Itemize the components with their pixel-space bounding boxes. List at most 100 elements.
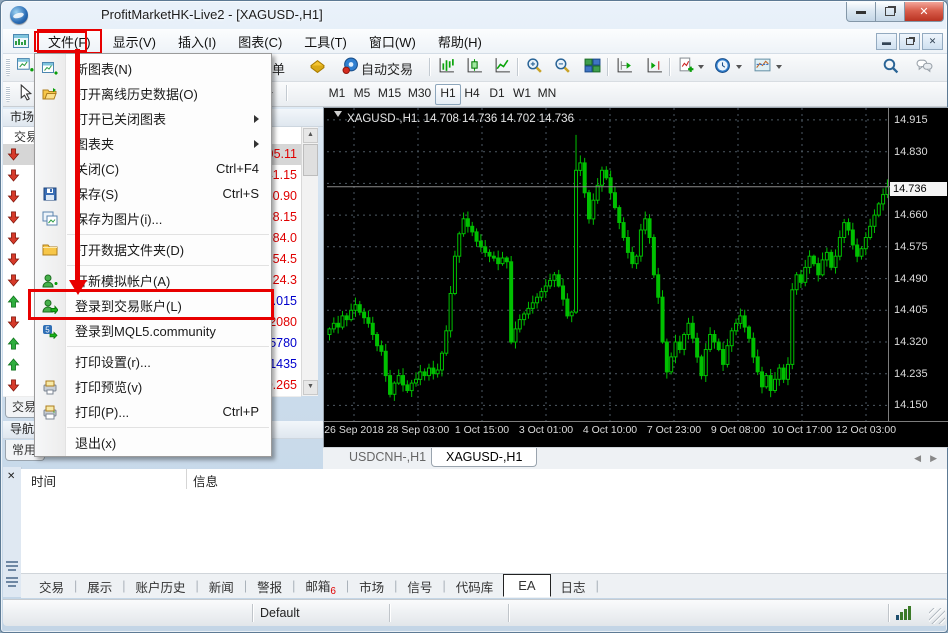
file-menu-item-1[interactable]: 打开离线历史数据(O) — [35, 81, 271, 106]
market-watch-scrollbar[interactable]: ▲ ▼ — [301, 127, 318, 396]
line-chart-button[interactable] — [491, 57, 513, 77]
tab-scroll-left-icon[interactable]: ◀ — [914, 453, 921, 464]
terminal-tab-10[interactable]: 日志 — [551, 574, 596, 599]
file-menu-item-18[interactable]: 退出(x) — [35, 430, 271, 455]
timeframe-mn[interactable]: MN — [535, 84, 559, 103]
timeframe-m1[interactable]: M1 — [325, 84, 349, 103]
templates-dropdown[interactable] — [776, 65, 782, 72]
m-print-icon — [35, 404, 65, 420]
zoom-out-button[interactable] — [551, 57, 573, 77]
file-menu-item-16[interactable]: 打印(P)...Ctrl+P — [35, 399, 271, 424]
tile-windows-button[interactable] — [581, 57, 603, 77]
menubar-item-6[interactable]: 帮助(H) — [427, 29, 493, 54]
close-button[interactable]: ✕ — [904, 2, 944, 22]
scroll-down-icon[interactable]: ▼ — [303, 380, 318, 395]
file-menu-dropdown: 新图表(N)打开离线历史数据(O)打开已关闭图表图表夹关闭(C)Ctrl+F4保… — [34, 53, 272, 457]
terminal-col-message[interactable]: 信息 — [193, 471, 218, 490]
submenu-arrow-icon — [254, 140, 263, 148]
tab-divider: | — [596, 579, 599, 593]
file-menu-item-11[interactable]: 登录到交易账户(L) — [35, 293, 271, 318]
periods-button[interactable] — [711, 57, 733, 77]
terminal-tab-8[interactable]: 代码库 — [446, 574, 504, 599]
file-menu-item-4[interactable]: 关闭(C)Ctrl+F4 — [35, 156, 271, 181]
resize-grip[interactable] — [929, 608, 945, 624]
chart-tab-bar: USDCNH-,H1 XAGUSD-,H1 ◀ ▶ — [323, 447, 947, 469]
menubar-item-2[interactable]: 插入(I) — [167, 29, 227, 54]
mdi-close-button[interactable]: ✕ — [922, 33, 943, 50]
search-button[interactable] — [879, 57, 901, 77]
cursor-button[interactable] — [14, 84, 36, 104]
time-axis-label: 28 Sep 03:00 — [387, 424, 449, 436]
timeframe-d1[interactable]: D1 — [485, 84, 509, 103]
scrollbar-thumb[interactable] — [303, 144, 318, 176]
minimize-button[interactable]: ▬ — [846, 2, 876, 22]
terminal-content[interactable] — [21, 490, 947, 573]
timeframe-h1[interactable]: H1 — [435, 84, 461, 105]
column-divider[interactable] — [186, 469, 187, 489]
terminal-dock-strip[interactable] — [3, 467, 22, 597]
file-menu-item-5[interactable]: 保存(S)Ctrl+S — [35, 181, 271, 206]
auto-scroll-button[interactable] — [613, 57, 635, 77]
candlestick-button[interactable] — [463, 57, 485, 77]
menubar-item-5[interactable]: 窗口(W) — [358, 29, 427, 54]
menubar-item-0[interactable]: 文件(F) — [37, 29, 102, 54]
new-chart-button[interactable] — [14, 57, 36, 77]
down-arrow-icon — [7, 253, 20, 266]
terminal-tab-3[interactable]: 新闻 — [199, 574, 244, 599]
terminal-tab-0[interactable]: 交易 — [29, 574, 74, 599]
terminal-tab-4[interactable]: 警报 — [247, 574, 292, 599]
menubar-item-3[interactable]: 图表(C) — [227, 29, 293, 54]
zoom-in-button[interactable] — [523, 57, 545, 77]
terminal-tab-1[interactable]: 展示 — [77, 574, 122, 599]
file-menu-item-6[interactable]: 保存为图片(i)... — [35, 206, 271, 231]
toolbar-grip[interactable] — [6, 86, 10, 102]
chart-window[interactable]: XAGUSD-,H1. 14.708 14.736 14.702 14.736 … — [323, 107, 948, 448]
chart-menu-icon[interactable] — [334, 111, 342, 121]
templates-button[interactable] — [751, 57, 773, 77]
file-menu-item-2[interactable]: 打开已关闭图表 — [35, 106, 271, 131]
bar-chart-button[interactable] — [435, 57, 457, 77]
terminal-tab-6[interactable]: 市场 — [349, 574, 394, 599]
timeframe-w1[interactable]: W1 — [510, 84, 534, 103]
profile-selector[interactable]: Default — [260, 606, 300, 620]
menubar-item-4[interactable]: 工具(T) — [293, 29, 358, 54]
terminal-tab-ea[interactable]: EA — [503, 574, 550, 597]
timeframe-m5[interactable]: M5 — [350, 84, 374, 103]
restore-button[interactable] — [875, 2, 905, 22]
timeframe-m30[interactable]: M30 — [405, 84, 434, 103]
terminal-tab-5[interactable]: 邮箱6 — [295, 573, 346, 600]
restore-icon — [885, 7, 895, 16]
terminal-close-icon[interactable]: ✕ — [7, 471, 15, 482]
file-menu-item-12[interactable]: 5登录到MQL5.community — [35, 318, 271, 343]
chart-shift-button[interactable] — [643, 57, 665, 77]
time-axis-label: 1 Oct 15:00 — [455, 424, 509, 436]
price-axis-label: 14.235 — [894, 368, 944, 380]
chart-folder-button[interactable] — [306, 57, 328, 77]
terminal-tab-2[interactable]: 账户历史 — [126, 574, 196, 599]
chart-tab-xagusd[interactable]: XAGUSD-,H1 — [431, 448, 537, 467]
autotrading-icon-wrap[interactable] — [339, 57, 361, 77]
timeframe-h4[interactable]: H4 — [460, 84, 484, 103]
scroll-up-icon[interactable]: ▲ — [303, 128, 318, 143]
toolbar-grip[interactable] — [6, 58, 10, 76]
file-menu-item-14[interactable]: 打印设置(r)... — [35, 349, 271, 374]
chat-button[interactable] — [913, 57, 935, 77]
terminal-col-time[interactable]: 时间 — [31, 471, 56, 490]
tab-scroll-right-icon[interactable]: ▶ — [930, 453, 937, 464]
timeframe-m15[interactable]: M15 — [375, 84, 404, 103]
file-menu-item-8[interactable]: 打开数据文件夹(D) — [35, 237, 271, 262]
chart-plot[interactable] — [327, 108, 890, 421]
file-menu-item-0[interactable]: 新图表(N) — [35, 56, 271, 81]
chart-tab-usdcnh[interactable]: USDCNH-,H1 — [335, 448, 440, 466]
connection-status-icon — [896, 606, 912, 620]
file-menu-item-3[interactable]: 图表夹 — [35, 131, 271, 156]
mdi-restore-button[interactable] — [899, 33, 920, 50]
mdi-minimize-button[interactable]: ▬ — [876, 33, 897, 50]
file-menu-item-15[interactable]: 打印预览(v) — [35, 374, 271, 399]
indicators-dropdown[interactable] — [698, 65, 704, 72]
periods-dropdown[interactable] — [736, 65, 742, 72]
autotrading-button[interactable]: 自动交易 — [361, 59, 413, 78]
terminal-tab-7[interactable]: 信号 — [397, 574, 442, 599]
indicators-button[interactable] — [675, 57, 697, 77]
menubar-item-1[interactable]: 显示(V) — [102, 29, 167, 54]
